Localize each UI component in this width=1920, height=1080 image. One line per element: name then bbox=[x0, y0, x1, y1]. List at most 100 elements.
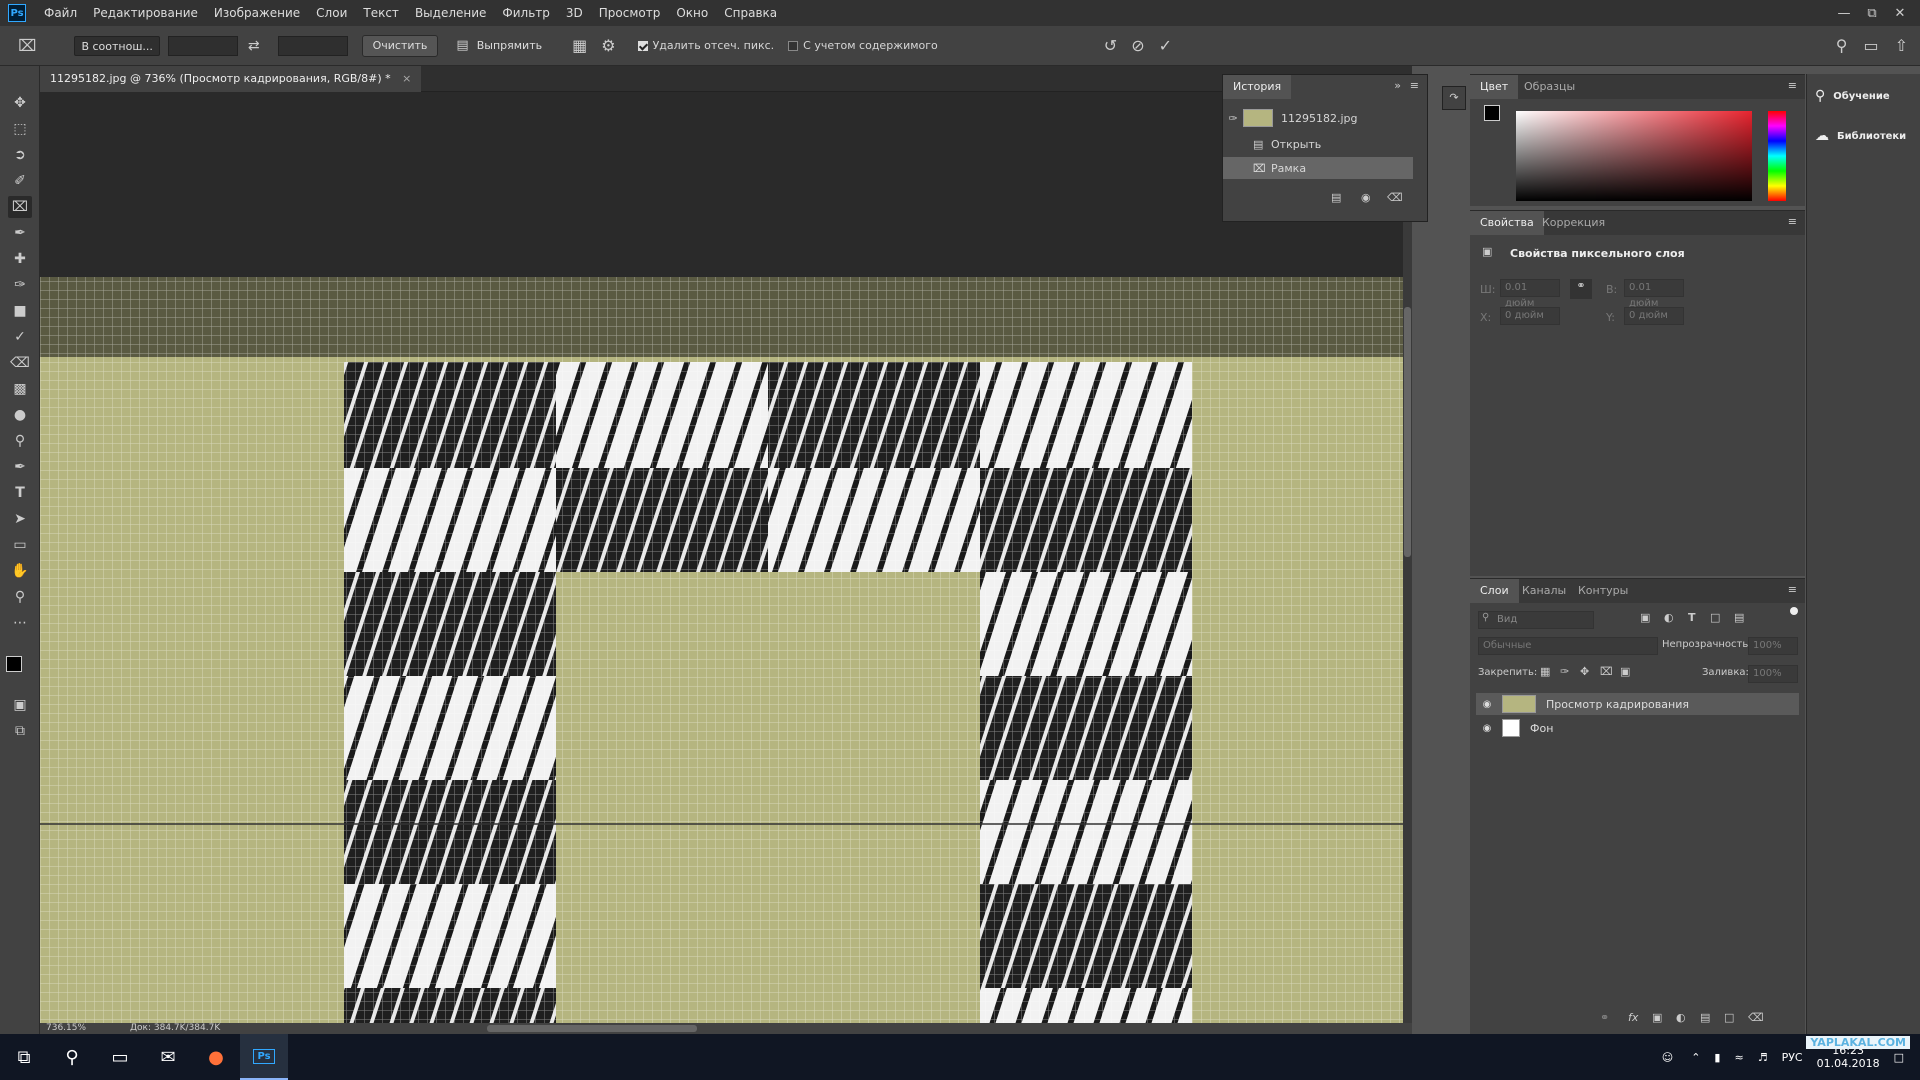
tab-paths[interactable]: Контуры bbox=[1568, 579, 1638, 603]
y-field[interactable]: 0 дюйм bbox=[1624, 307, 1684, 325]
link-layers-icon[interactable]: ⚭ bbox=[1600, 1011, 1609, 1024]
close-window-icon[interactable]: ✕ bbox=[1886, 6, 1914, 21]
group-folder-icon[interactable]: ▤ bbox=[1700, 1011, 1710, 1024]
history-snapshot[interactable]: ✑ 11295182.jpg bbox=[1223, 107, 1413, 129]
menu-image[interactable]: Изображение bbox=[206, 0, 308, 26]
menu-edit[interactable]: Редактирование bbox=[85, 0, 206, 26]
dodge-tool-icon[interactable]: ⚲ bbox=[8, 430, 32, 452]
straighten-button[interactable]: Выпрямить bbox=[477, 39, 542, 52]
delete-layer-icon[interactable]: ⌫ bbox=[1748, 1011, 1764, 1024]
visibility-eye-icon[interactable]: ◉ bbox=[1480, 699, 1494, 710]
horizontal-scroll-thumb[interactable] bbox=[487, 1025, 697, 1032]
menu-type[interactable]: Текст bbox=[355, 0, 407, 26]
crop-preview-image[interactable] bbox=[40, 92, 1412, 1023]
document-tab[interactable]: 11295182.jpg @ 736% (Просмотр кадрирован… bbox=[40, 66, 422, 92]
filter-smart-icon[interactable]: ▤ bbox=[1734, 611, 1744, 624]
link-icon[interactable]: ⚭ bbox=[1570, 279, 1592, 299]
lock-transparent-icon[interactable]: ▦ bbox=[1540, 665, 1550, 678]
trash-icon[interactable]: ⌫ bbox=[1387, 191, 1403, 204]
filter-shape-icon[interactable]: □ bbox=[1710, 611, 1720, 624]
zoom-tool-icon[interactable]: ⚲ bbox=[8, 586, 32, 608]
search-icon[interactable]: ⚲ bbox=[1836, 36, 1848, 55]
menu-file[interactable]: Файл bbox=[36, 0, 85, 26]
marquee-tool-icon[interactable]: ⬚ bbox=[8, 118, 32, 140]
share-icon[interactable]: ⇧ bbox=[1895, 36, 1908, 55]
move-tool-icon[interactable]: ✥ bbox=[8, 92, 32, 114]
x-field[interactable]: 0 дюйм bbox=[1500, 307, 1560, 325]
width-ratio-field[interactable] bbox=[167, 35, 238, 56]
history-toggle-icon[interactable]: ↷ bbox=[1442, 86, 1466, 110]
eyedropper-tool-icon[interactable]: ✒ bbox=[8, 222, 32, 244]
straighten-icon[interactable]: ▤ bbox=[456, 38, 468, 53]
filter-pixel-icon[interactable]: ▣ bbox=[1640, 611, 1650, 624]
menu-3d[interactable]: 3D bbox=[558, 0, 591, 26]
gear-icon[interactable]: ⚙ bbox=[601, 36, 615, 55]
menu-layers[interactable]: Слои bbox=[308, 0, 355, 26]
healing-tool-icon[interactable]: ✚ bbox=[8, 248, 32, 270]
lock-brush-icon[interactable]: ✑ bbox=[1560, 665, 1569, 678]
menu-select[interactable]: Выделение bbox=[407, 0, 494, 26]
hue-slider[interactable] bbox=[1768, 111, 1786, 201]
history-item-crop[interactable]: ⌧ Рамка bbox=[1223, 157, 1413, 179]
width-field[interactable]: 0.01 дюйм bbox=[1500, 279, 1560, 309]
clear-button[interactable]: Очистить bbox=[361, 34, 439, 57]
swap-icon[interactable]: ⇄ bbox=[248, 38, 260, 54]
crop-tool-active-icon[interactable]: ⌧ bbox=[8, 196, 32, 218]
task-view-icon[interactable]: ▭ bbox=[96, 1034, 144, 1080]
wifi-icon[interactable]: ≈ bbox=[1734, 1051, 1743, 1064]
adjustment-layer-icon[interactable]: ◐ bbox=[1676, 1011, 1686, 1024]
search-icon[interactable]: ⚲ bbox=[48, 1034, 96, 1080]
color-field[interactable] bbox=[1516, 111, 1752, 201]
filter-toggle-icon[interactable] bbox=[1790, 607, 1798, 615]
tray-arrow-icon[interactable]: ⌃ bbox=[1691, 1051, 1700, 1064]
language-indicator[interactable]: РУС bbox=[1782, 1051, 1803, 1064]
layers-menu-icon[interactable]: ≡ bbox=[1788, 583, 1797, 596]
menu-filter[interactable]: Фильтр bbox=[494, 0, 557, 26]
visibility-eye-icon[interactable]: ◉ bbox=[1480, 723, 1494, 734]
libraries-button[interactable]: ☁ Библиотеки bbox=[1815, 128, 1906, 144]
workspace-icon[interactable]: ▭ bbox=[1863, 36, 1878, 55]
layer-row[interactable]: ◉ Просмотр кадрирования bbox=[1476, 693, 1799, 715]
windows-start-icon[interactable]: ⧉ bbox=[0, 1034, 48, 1080]
filter-type-icon[interactable]: T bbox=[1688, 611, 1696, 624]
tab-adjustments[interactable]: Коррекция bbox=[1532, 211, 1615, 235]
height-ratio-field[interactable] bbox=[277, 35, 348, 56]
learn-button[interactable]: ⚲ Обучение bbox=[1815, 88, 1890, 104]
screen-mode-icon[interactable]: ⧉ bbox=[8, 720, 32, 742]
layer-row[interactable]: ◉ Фон bbox=[1476, 717, 1799, 739]
gradient-tool-icon[interactable]: ▩ bbox=[8, 378, 32, 400]
crop-tool-icon[interactable]: ⌧ bbox=[18, 36, 36, 55]
type-tool-icon[interactable]: T bbox=[8, 482, 32, 504]
menu-window[interactable]: Окно bbox=[668, 0, 716, 26]
fx-icon[interactable]: fx bbox=[1628, 1011, 1638, 1024]
rectangle-tool-icon[interactable]: ▭ bbox=[8, 534, 32, 556]
color-menu-icon[interactable]: ≡ bbox=[1788, 79, 1797, 92]
delete-cropped-checkbox[interactable] bbox=[637, 40, 648, 51]
overlay-grid-icon[interactable]: ▦ bbox=[572, 36, 587, 55]
new-layer-icon[interactable]: □ bbox=[1724, 1011, 1734, 1024]
people-icon[interactable]: ☺ bbox=[1662, 1051, 1673, 1064]
lock-position-icon[interactable]: ✥ bbox=[1580, 665, 1589, 678]
more-tools-icon[interactable]: ⋯ bbox=[8, 612, 32, 634]
mail-icon[interactable]: ✉ bbox=[144, 1034, 192, 1080]
fill-field[interactable]: 100% bbox=[1748, 665, 1798, 683]
blend-mode-dropdown[interactable]: Обычные bbox=[1478, 637, 1658, 655]
lasso-tool-icon[interactable]: ➲ bbox=[8, 144, 32, 166]
commit-check-icon[interactable]: ✓ bbox=[1159, 36, 1172, 55]
history-item-open[interactable]: ▤ Открыть bbox=[1223, 133, 1413, 155]
foreground-color-swatch[interactable] bbox=[6, 656, 22, 672]
tab-color[interactable]: Цвет bbox=[1470, 75, 1519, 99]
menu-help[interactable]: Справка bbox=[716, 0, 785, 26]
eraser-tool-icon[interactable]: ⌫ bbox=[8, 352, 32, 374]
properties-menu-icon[interactable]: ≡ bbox=[1788, 215, 1797, 228]
lock-all-icon[interactable]: ▣ bbox=[1620, 665, 1630, 678]
notification-icon[interactable]: □ bbox=[1894, 1051, 1904, 1064]
pen-tool-icon[interactable]: ✒ bbox=[8, 456, 32, 478]
mask-icon[interactable]: ▣ bbox=[1652, 1011, 1662, 1024]
layer-filter-input[interactable]: Вид bbox=[1478, 611, 1594, 629]
volume-icon[interactable]: ♬ bbox=[1758, 1051, 1768, 1064]
minimize-icon[interactable]: — bbox=[1830, 6, 1858, 21]
vertical-scroll-thumb[interactable] bbox=[1404, 307, 1411, 557]
tab-channels[interactable]: Каналы bbox=[1512, 579, 1576, 603]
reset-icon[interactable]: ↺ bbox=[1104, 36, 1117, 55]
